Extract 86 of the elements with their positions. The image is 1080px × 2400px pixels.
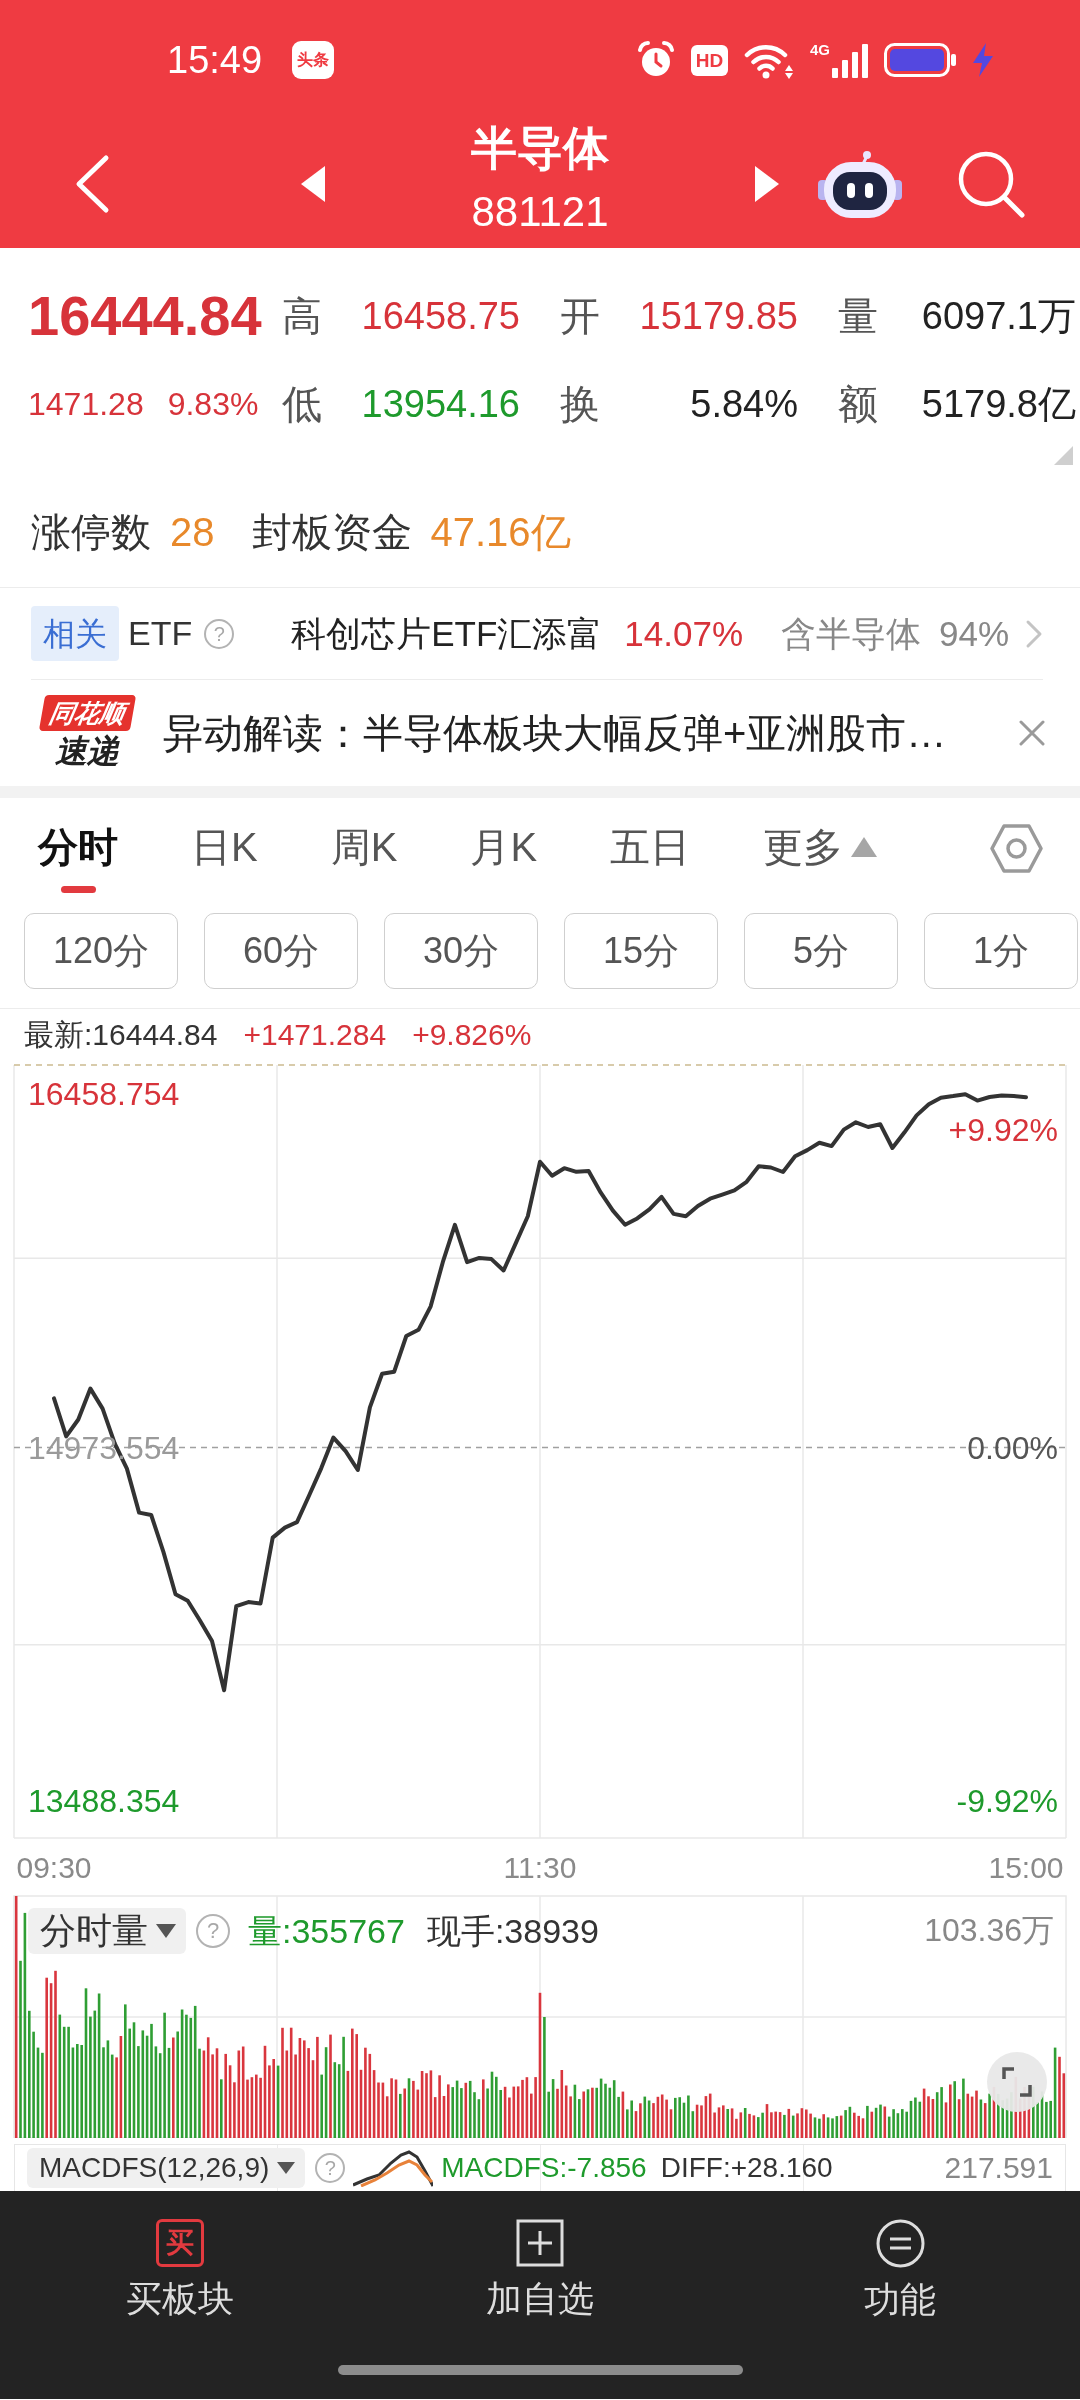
news-source-logo-top: 同花顺 [38,695,136,731]
caret-down-icon [277,2162,296,2174]
macd-value: MACDFS:-7.856 [441,2151,647,2185]
chart-tab[interactable]: 更多 [763,824,878,870]
selected-tab-indicator [60,886,96,893]
axis-value-label: 16458.754 [28,1076,180,1112]
seal-fund-value: 47.16亿 [430,512,571,552]
period-button[interactable]: 30分 [384,913,538,989]
period-button[interactable]: 60分 [204,913,358,989]
news-headline-link[interactable]: 异动解读：半导体板块大幅反弹+亚洲股市… [163,709,947,757]
stat-value: 5.84% [690,385,798,423]
time-axis-label: 15:00 [988,1851,1064,1884]
stat-value: 15179.85 [639,297,798,335]
stat-value: 6097.1万 [921,297,1076,335]
expand-icon [1002,2067,1032,2097]
axis-percent-label: 0.00% [967,1429,1058,1466]
next-triangle-icon[interactable] [755,166,779,202]
robot-assistant-icon[interactable] [818,150,902,218]
chart-tab[interactable]: 五日 [610,824,691,870]
period-button[interactable]: 15分 [564,913,718,989]
battery-icon [884,43,956,77]
settings-icon[interactable] [990,824,1043,873]
menu-circle-icon [875,2219,925,2268]
charging-icon [972,43,994,77]
etf-label: ETF [128,613,193,654]
chart-tab[interactable]: 分时 [38,824,118,893]
etf-name-link[interactable]: 科创芯片ETF汇添富 [291,612,603,655]
latest-percent: +9.826% [412,1016,532,1053]
last-price: 16444.84 [28,288,262,344]
related-tag: 相关 [31,606,119,661]
seal-fund-label: 封板资金 [251,512,412,552]
limit-up-label: 涨停数 [31,512,151,552]
hd-indicator: HD [691,44,728,76]
stat-label: 换 [560,384,600,424]
volume-max-label: 103.36万 [924,1911,1054,1950]
bottom-nav-item[interactable]: 功能 [864,2191,936,2322]
price-change: 1471.28 [28,388,144,420]
alarm-icon [637,41,675,79]
news-source-logo-bottom: 速递 [55,732,119,771]
etf-change: 14.07% [624,612,744,655]
latest-change: +1471.284 [243,1016,387,1053]
stat-label: 高 [282,296,322,336]
percent-change: 9.83% [167,388,259,420]
bottom-nav-item[interactable]: 加自选 [486,2191,594,2322]
limit-up-count: 28 [170,512,215,552]
chart-tab[interactable]: 月K [470,824,538,870]
period-button[interactable]: 5分 [744,913,898,989]
axis-percent-label: +9.92% [948,1112,1058,1148]
chart-tab[interactable]: 日K [191,824,258,870]
bottom-nav-item[interactable]: 买 买板块 [126,2191,234,2322]
search-icon[interactable] [957,150,1025,218]
stat-value: 16458.75 [361,297,520,335]
network-type-label: 4G [810,42,830,57]
diff-value: DIFF:+28.160 [660,2151,833,2185]
holding-label: 含半导体 [781,612,922,655]
previous-triangle-icon[interactable] [301,166,325,202]
current-hand-value: 现手:38939 [426,1910,599,1952]
axis-percent-label: -9.92% [956,1783,1058,1819]
buy-icon: 买 [156,2219,204,2267]
close-icon[interactable] [1019,720,1045,746]
volume-indicator-dropdown[interactable]: 分时量 [28,1908,186,1954]
axis-value-label: 13488.354 [28,1783,180,1819]
signal-icon [832,44,868,78]
caret-up-icon [851,837,878,857]
time-axis-label: 09:30 [16,1851,92,1884]
stat-label: 额 [838,384,878,424]
macd-max-label: 217.591 [944,2150,1053,2186]
stat-value: 5179.8亿 [921,385,1076,423]
stat-label: 量 [838,296,878,336]
volume-value: 量:355767 [248,1910,405,1952]
caret-down-icon [156,1924,176,1938]
latest-price: 最新:16444.84 [24,1016,218,1053]
sector-code: 881121 [471,187,609,237]
holding-value: 94% [939,612,1010,655]
period-button[interactable]: 120分 [24,913,178,989]
period-button[interactable]: 1分 [924,913,1078,989]
chart-tab[interactable]: 周K [330,824,398,870]
time-axis-label: 11:30 [503,1851,577,1884]
app-notification-icon: 头条 [292,41,335,79]
stat-value: 13954.16 [361,385,520,423]
stat-label: 开 [560,296,600,336]
plus-square-icon [516,2219,564,2267]
sector-title: 半导体 [471,121,609,176]
indicator-dropdown[interactable]: MACDFS(12,26,9) [27,2148,306,2188]
stat-label: 低 [282,384,322,424]
status-time: 15:49 [167,41,263,79]
